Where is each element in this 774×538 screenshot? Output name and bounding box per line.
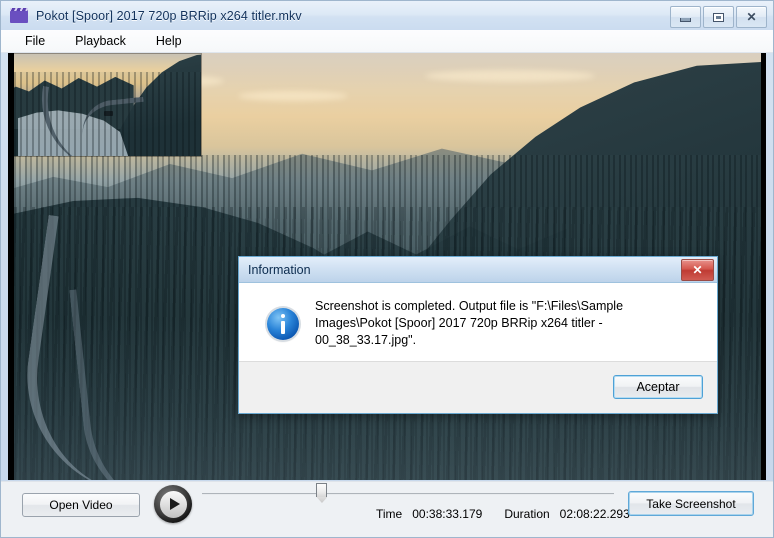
open-video-button[interactable]: Open Video xyxy=(22,493,140,517)
menu-bar: File Playback Help xyxy=(1,30,773,53)
dialog-footer: Aceptar xyxy=(239,361,717,413)
minimize-icon xyxy=(680,17,691,22)
letterbox-right xyxy=(761,53,766,480)
minimize-button[interactable] xyxy=(670,6,701,28)
info-icon xyxy=(267,307,299,340)
play-icon xyxy=(159,490,187,518)
time-label: Time xyxy=(376,507,403,521)
menu-item-help[interactable]: Help xyxy=(146,32,192,50)
information-dialog: Information ✕ Screenshot is completed. O… xyxy=(238,256,718,414)
play-button[interactable] xyxy=(154,485,192,523)
close-button[interactable]: ✕ xyxy=(736,6,767,28)
film-clapperboard-icon xyxy=(10,8,28,23)
dialog-title: Information xyxy=(248,262,311,277)
seek-slider[interactable] xyxy=(202,483,614,497)
dialog-body: Screenshot is completed. Output file is … xyxy=(239,283,717,364)
duration-label: Duration xyxy=(504,507,550,521)
seek-slider-track[interactable] xyxy=(202,493,614,495)
duration-value: 02:08:22.293 xyxy=(559,507,630,521)
close-icon: ✕ xyxy=(746,10,757,24)
screenshot-preview-overlay xyxy=(14,54,201,156)
time-value: 00:38:33.179 xyxy=(412,507,483,521)
window-title: Pokot [Spoor] 2017 720p BRRip x264 title… xyxy=(36,8,302,23)
dialog-close-button[interactable]: ✕ xyxy=(681,259,714,281)
dialog-ok-button[interactable]: Aceptar xyxy=(613,375,703,399)
title-bar: Pokot [Spoor] 2017 720p BRRip x264 title… xyxy=(1,1,773,30)
window-controls: ✕ xyxy=(670,6,767,28)
menu-item-playback[interactable]: Playback xyxy=(65,32,136,50)
seek-slider-thumb[interactable] xyxy=(316,483,328,497)
maximize-button[interactable] xyxy=(703,6,734,28)
maximize-icon xyxy=(713,12,724,22)
dialog-title-bar: Information ✕ xyxy=(239,257,717,283)
take-screenshot-button[interactable]: Take Screenshot xyxy=(628,491,754,516)
menu-item-file[interactable]: File xyxy=(15,32,55,50)
dialog-message: Screenshot is completed. Output file is … xyxy=(315,299,624,347)
time-info: Time 00:38:33.179 Duration 02:08:22.293 xyxy=(376,507,652,521)
media-player-window: Pokot [Spoor] 2017 720p BRRip x264 title… xyxy=(0,0,774,538)
